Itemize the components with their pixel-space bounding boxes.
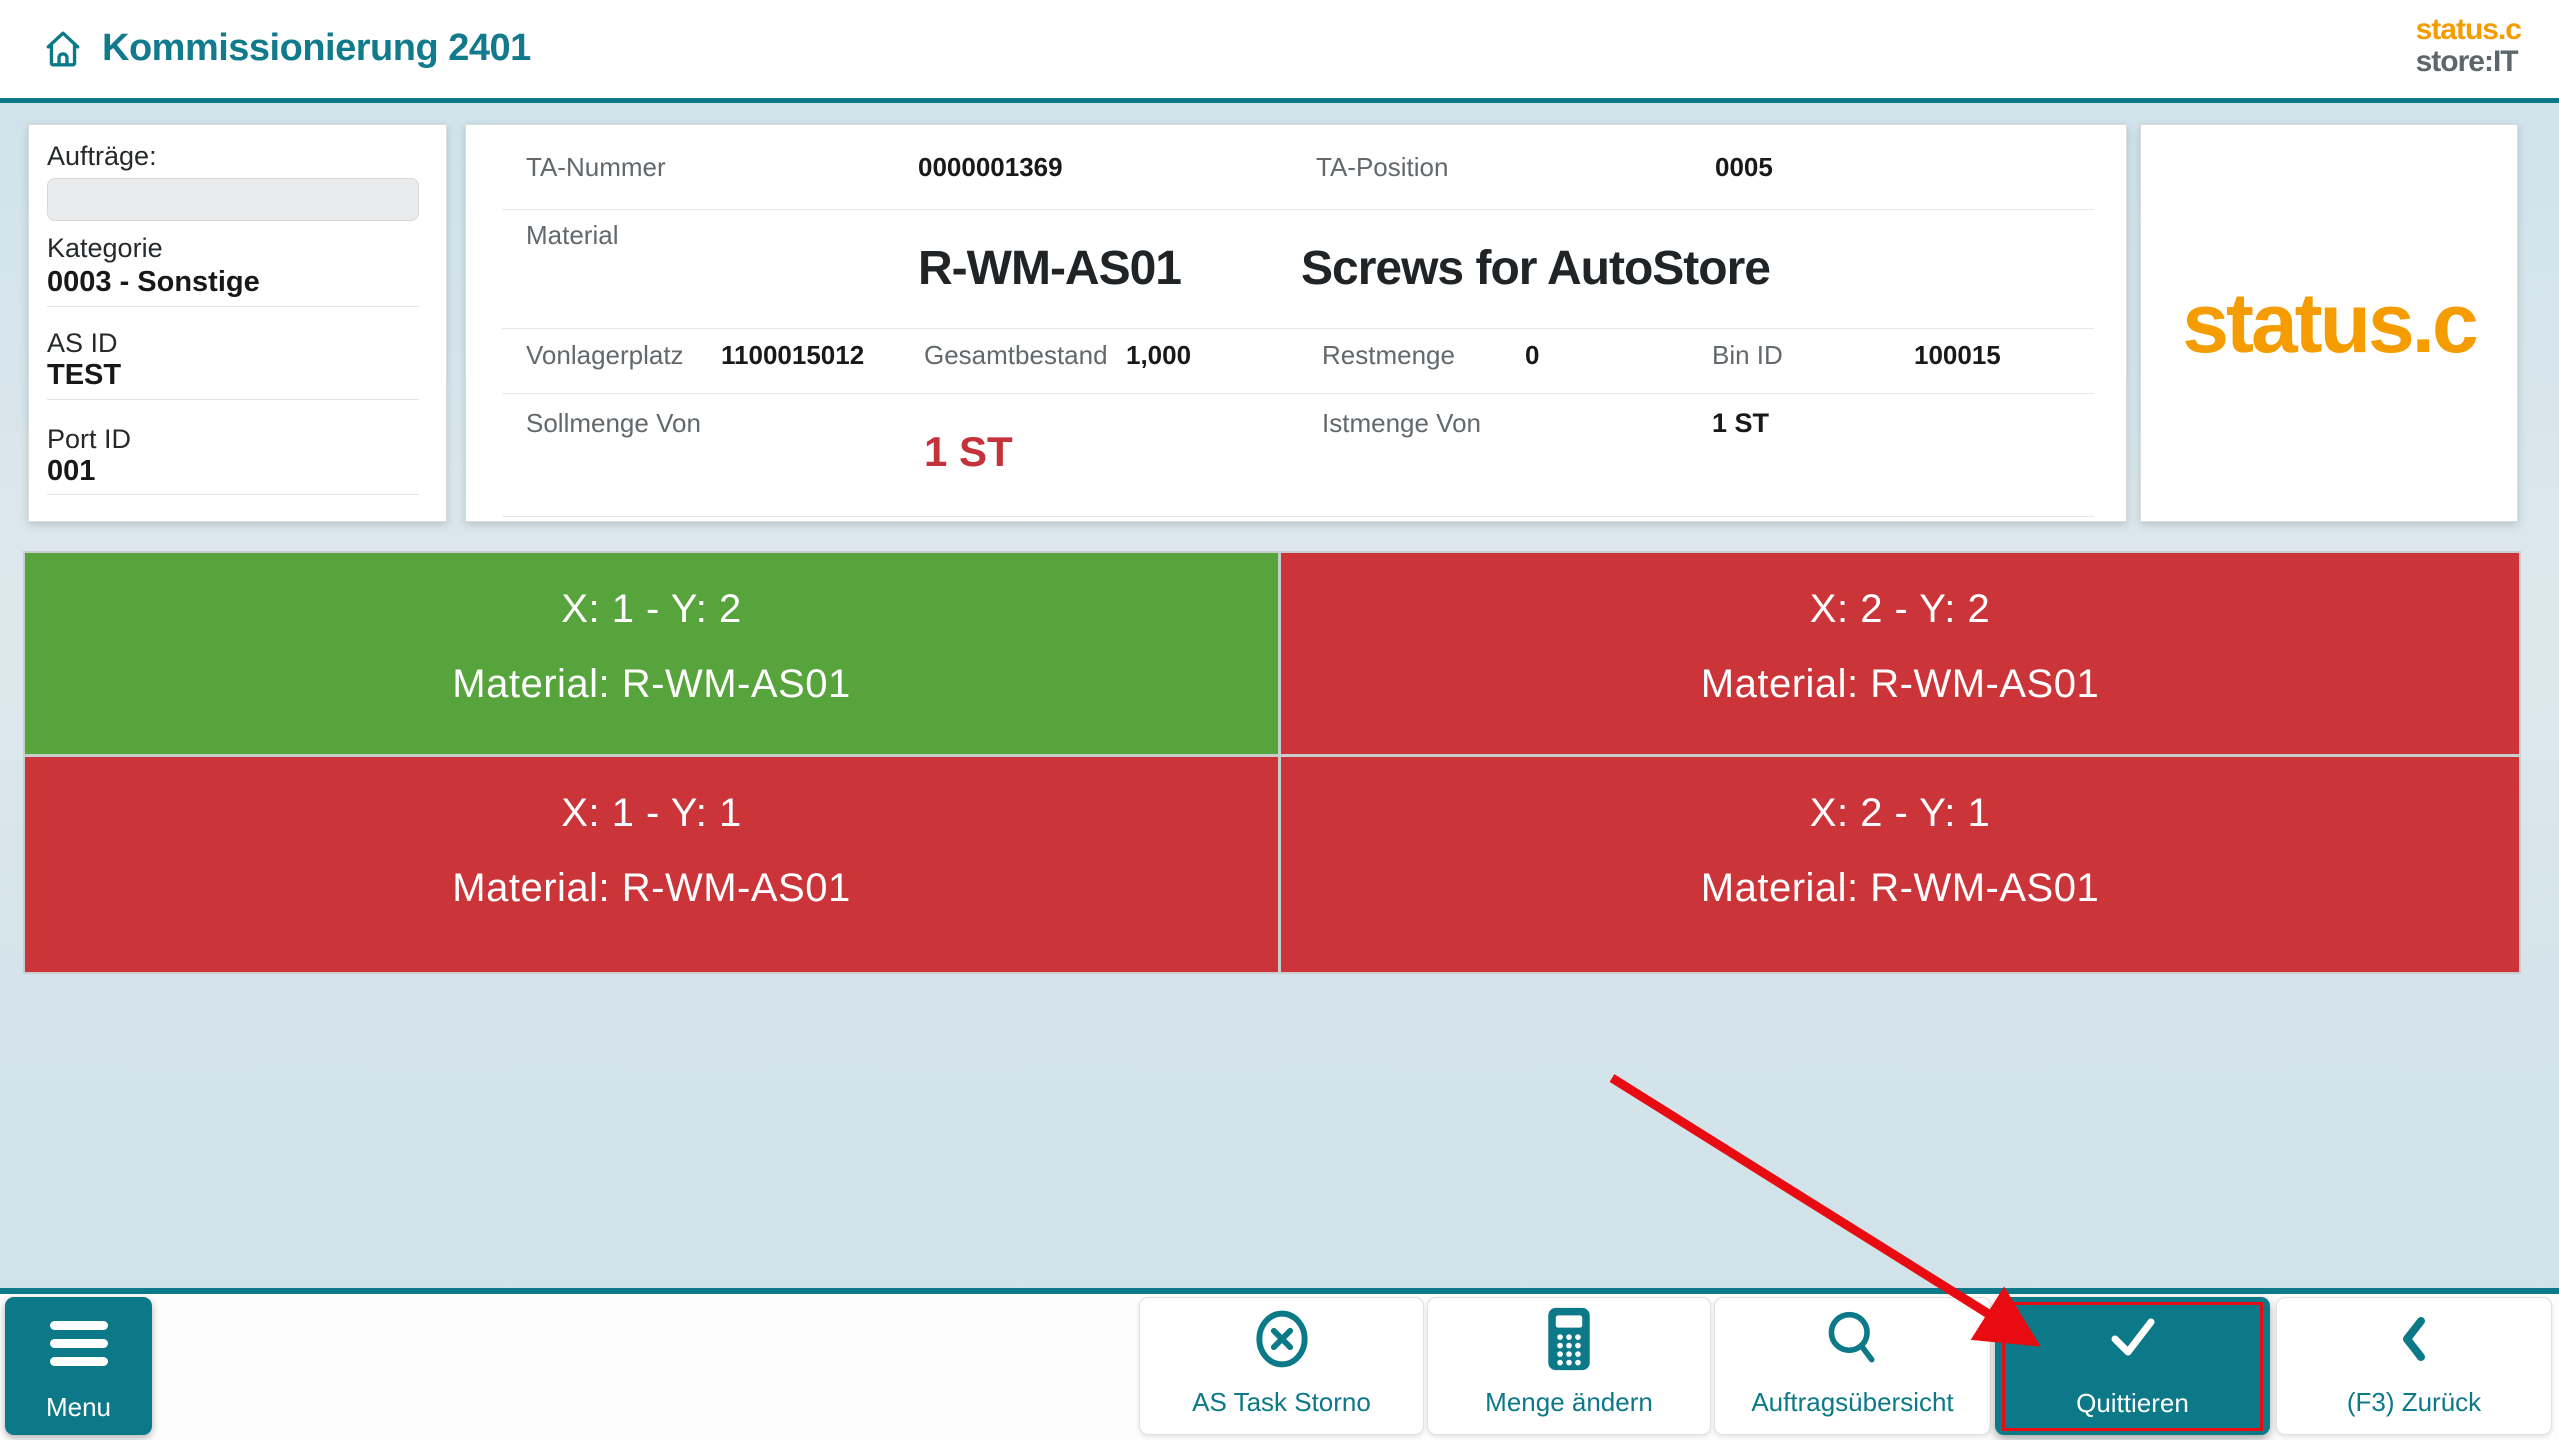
- kategorie-label: Kategorie: [47, 233, 163, 264]
- istmenge-label: Istmenge Von: [1322, 408, 1481, 439]
- divider: [47, 306, 419, 307]
- restmenge-label: Restmenge: [1322, 340, 1455, 371]
- orders-input[interactable]: [47, 178, 419, 221]
- material-code: R-WM-AS01: [918, 241, 1181, 296]
- header: Kommissionierung 2401 status.c store:IT: [0, 0, 2559, 103]
- sollmenge-label: Sollmenge Von: [526, 408, 701, 439]
- home-icon[interactable]: [43, 29, 83, 71]
- page-title: Kommissionierung 2401: [102, 27, 531, 70]
- hamburger-icon: [50, 1321, 108, 1366]
- menge-aendern-button[interactable]: Menge ändern: [1427, 1297, 1711, 1435]
- auftragsuebersicht-label: Auftragsübersicht: [1715, 1387, 1990, 1418]
- port-cell-coords: X: 1 - Y: 1: [561, 791, 741, 836]
- material-label: Material: [526, 220, 618, 251]
- vonlagerplatz-value: 1100015012: [721, 340, 864, 371]
- port-cell-material: Material: R-WM-AS01: [452, 662, 850, 707]
- gesamtbestand-label: Gesamtbestand: [924, 340, 1108, 371]
- quittieren-button[interactable]: Quittieren: [1995, 1297, 2270, 1435]
- chevron-left-icon: [2277, 1308, 2551, 1370]
- port-cell-x1-y2: X: 1 - Y: 2 Material: R-WM-AS01: [25, 553, 1278, 754]
- divider: [502, 209, 2094, 210]
- gesamtbestand-value: 1,000: [1126, 340, 1191, 371]
- task-info-panel: TA-Nummer 0000001369 TA-Position 0005 Ma…: [465, 124, 2127, 522]
- port-id-label: Port ID: [47, 424, 131, 455]
- port-grid: X: 1 - Y: 2 Material: R-WM-AS01 X: 2 - Y…: [23, 551, 2521, 974]
- divider: [502, 516, 2094, 517]
- port-cell-coords: X: 2 - Y: 1: [1810, 791, 1990, 836]
- ta-nummer-label: TA-Nummer: [526, 152, 666, 183]
- port-cell-coords: X: 1 - Y: 2: [561, 587, 741, 632]
- port-cell-material: Material: R-WM-AS01: [1701, 866, 2099, 911]
- kategorie-value: 0003 - Sonstige: [47, 266, 260, 299]
- port-cell-material: Material: R-WM-AS01: [1701, 662, 2099, 707]
- bin-id-label: Bin ID: [1712, 340, 1783, 371]
- orders-label: Aufträge:: [47, 141, 157, 172]
- port-cell-x2-y2: X: 2 - Y: 2 Material: R-WM-AS01: [1281, 553, 2519, 754]
- quittieren-label: Quittieren: [1995, 1388, 2270, 1419]
- vonlagerplatz-label: Vonlagerplatz: [526, 340, 684, 371]
- port-cell-material: Material: R-WM-AS01: [452, 866, 850, 911]
- brand-logo-large: status.c: [2182, 275, 2475, 372]
- as-id-value: TEST: [47, 359, 121, 392]
- as-task-storno-button[interactable]: AS Task Storno: [1139, 1297, 1424, 1435]
- port-cell-x1-y1: X: 1 - Y: 1 Material: R-WM-AS01: [25, 757, 1278, 972]
- brand-logo-line1: status.c: [2416, 14, 2521, 46]
- sollmenge-value: 1 ST: [924, 428, 1013, 476]
- checkmark-icon: [1995, 1307, 2270, 1369]
- port-id-value: 001: [47, 455, 95, 488]
- as-task-storno-label: AS Task Storno: [1140, 1387, 1423, 1418]
- divider: [502, 393, 2094, 394]
- restmenge-value: 0: [1525, 340, 1539, 371]
- magnifier-icon: [1715, 1308, 1990, 1370]
- circle-x-icon: [1140, 1308, 1423, 1370]
- istmenge-value: 1 ST: [1712, 408, 1769, 439]
- divider: [47, 399, 419, 400]
- port-cell-coords: X: 2 - Y: 2: [1810, 587, 1990, 632]
- brand-logo-line2: store:IT: [2416, 46, 2521, 78]
- calculator-icon: [1428, 1308, 1710, 1370]
- menge-aendern-label: Menge ändern: [1428, 1387, 1710, 1418]
- port-cell-x2-y1: X: 2 - Y: 1 Material: R-WM-AS01: [1281, 757, 2519, 972]
- bin-id-value: 100015: [1914, 340, 2001, 371]
- orders-panel: Aufträge: Kategorie 0003 - Sonstige AS I…: [28, 124, 447, 522]
- zurueck-button[interactable]: (F3) Zurück: [2276, 1297, 2552, 1435]
- zurueck-label: (F3) Zurück: [2277, 1387, 2551, 1418]
- brand-logo-panel: status.c: [2140, 124, 2518, 522]
- as-id-label: AS ID: [47, 328, 118, 359]
- ta-position-value: 0005: [1715, 152, 1773, 183]
- divider: [502, 328, 2094, 329]
- auftragsuebersicht-button[interactable]: Auftragsübersicht: [1714, 1297, 1991, 1435]
- ta-nummer-value: 0000001369: [918, 152, 1063, 183]
- ta-position-label: TA-Position: [1316, 152, 1448, 183]
- brand-logo-header: status.c store:IT: [2416, 14, 2521, 78]
- divider: [47, 494, 419, 495]
- material-name: Screws for AutoStore: [1301, 241, 1770, 296]
- menu-button-label: Menu: [5, 1392, 152, 1423]
- menu-button[interactable]: Menu: [5, 1297, 152, 1435]
